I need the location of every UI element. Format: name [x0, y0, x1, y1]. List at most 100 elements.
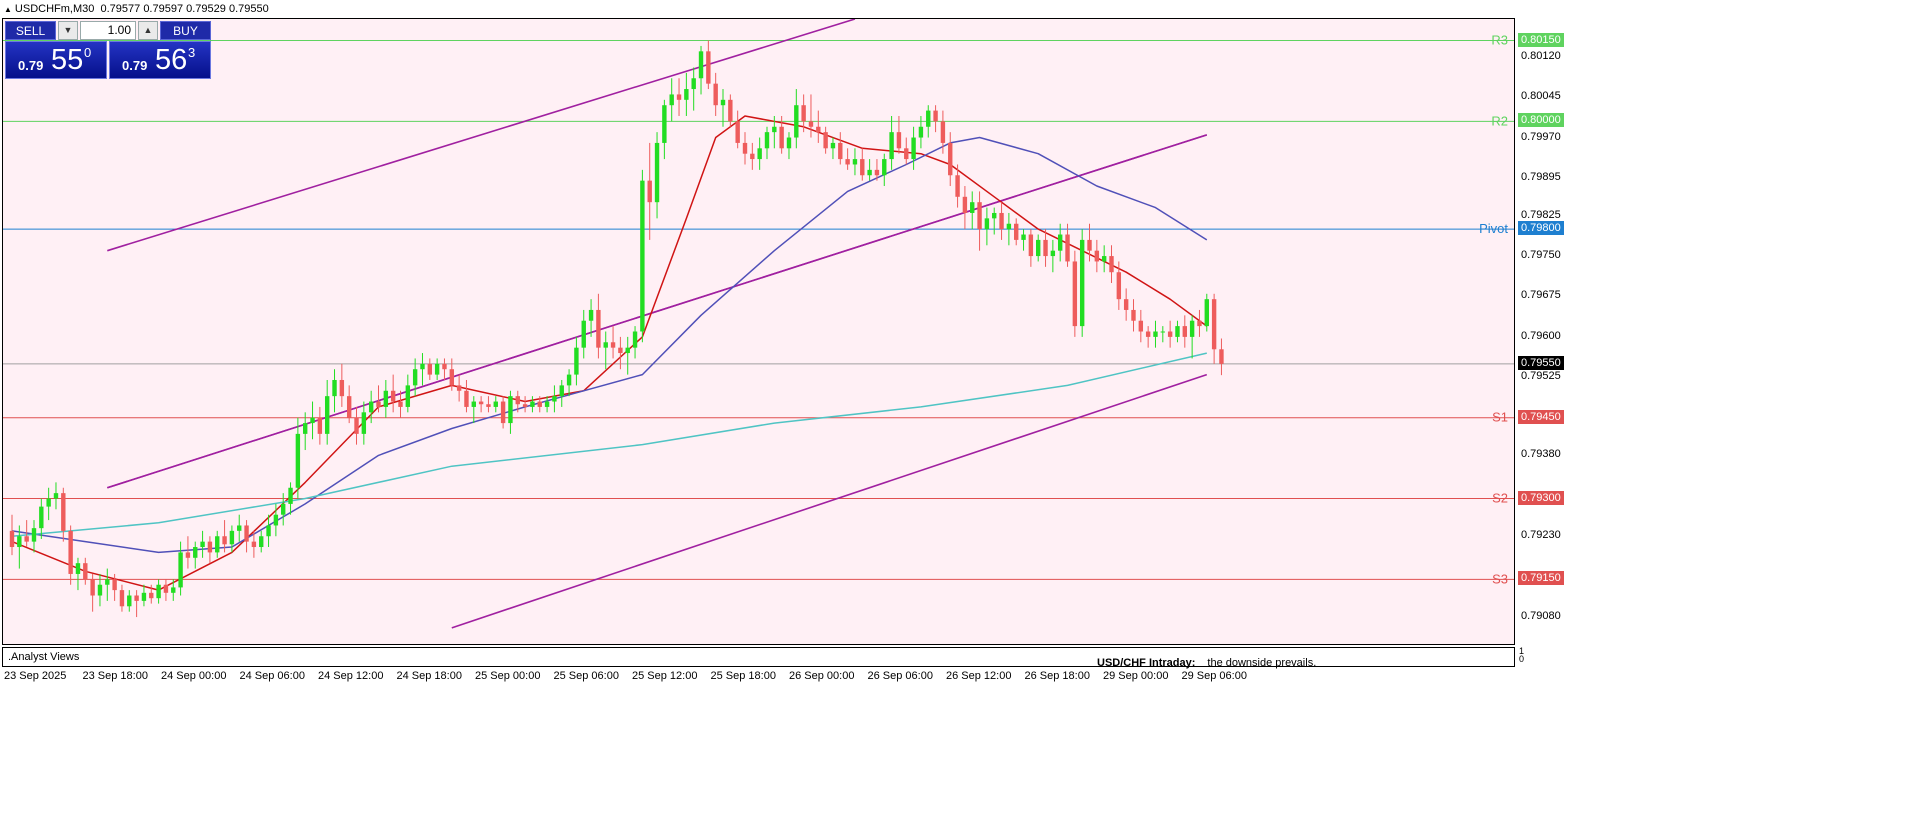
candle[interactable] — [911, 126, 916, 170]
candle[interactable] — [926, 105, 931, 138]
candle[interactable] — [581, 309, 586, 359]
candle[interactable] — [346, 385, 352, 424]
candle[interactable] — [68, 525, 73, 585]
candle[interactable] — [281, 493, 286, 526]
candle[interactable] — [786, 132, 792, 160]
candle[interactable] — [97, 573, 103, 607]
candle[interactable] — [193, 541, 198, 569]
candle[interactable] — [625, 336, 630, 375]
candle[interactable] — [764, 126, 770, 160]
candle[interactable] — [640, 169, 645, 343]
candle[interactable] — [676, 78, 682, 116]
candle[interactable] — [948, 132, 953, 187]
candle[interactable] — [456, 374, 462, 402]
candle[interactable] — [368, 390, 374, 424]
indicator-subwindow[interactable]: .Analyst Views USD/CHF Intraday: the down… — [2, 647, 1515, 669]
candle[interactable] — [632, 326, 638, 359]
candle[interactable] — [361, 401, 367, 445]
candle[interactable] — [288, 482, 293, 515]
candle[interactable] — [552, 385, 557, 413]
candle[interactable] — [207, 536, 213, 564]
candle[interactable] — [1167, 320, 1173, 348]
candle[interactable] — [434, 358, 440, 380]
candle[interactable] — [706, 40, 711, 90]
sell-price-box[interactable]: 0.79 55 0 — [5, 41, 107, 79]
candle[interactable] — [464, 379, 469, 413]
candle[interactable] — [383, 379, 389, 418]
candle[interactable] — [618, 336, 623, 370]
candle[interactable] — [1065, 223, 1070, 267]
candle[interactable] — [141, 584, 147, 607]
candle[interactable] — [794, 89, 799, 149]
buy-price-box[interactable]: 0.79 56 3 — [109, 41, 211, 79]
candle[interactable] — [53, 482, 59, 510]
candle[interactable] — [508, 390, 513, 434]
candle[interactable] — [31, 520, 37, 553]
lot-decrease-icon[interactable]: ▼ — [58, 21, 78, 40]
candle[interactable] — [500, 396, 506, 429]
candle[interactable] — [1175, 320, 1180, 343]
candle[interactable] — [324, 379, 330, 445]
candle[interactable] — [559, 379, 564, 407]
candle[interactable] — [90, 573, 95, 612]
price-axis[interactable]: 0.80120 0.80045 0.79970 0.79895 0.79825 0.797… — [1515, 18, 1916, 645]
candle[interactable] — [1014, 218, 1019, 246]
candle[interactable] — [1131, 299, 1136, 332]
candle[interactable] — [1109, 245, 1114, 284]
candle[interactable] — [838, 132, 843, 165]
candle[interactable] — [1160, 326, 1166, 343]
candle[interactable] — [185, 536, 191, 569]
candle[interactable] — [1145, 326, 1151, 348]
candle[interactable] — [1182, 315, 1187, 348]
candle[interactable] — [310, 401, 315, 440]
candle[interactable] — [1153, 320, 1158, 348]
candle[interactable] — [647, 142, 652, 240]
candle[interactable] — [977, 191, 982, 251]
candle[interactable] — [215, 530, 220, 558]
candle[interactable] — [339, 363, 345, 407]
candle[interactable] — [735, 110, 740, 149]
candle[interactable] — [970, 191, 975, 230]
candle[interactable] — [867, 159, 872, 181]
candle[interactable] — [830, 137, 836, 160]
candle[interactable] — [984, 207, 990, 246]
candle[interactable] — [420, 353, 425, 386]
candle[interactable] — [119, 584, 125, 612]
candle[interactable] — [654, 132, 660, 219]
candle[interactable] — [405, 374, 411, 413]
candle[interactable] — [882, 153, 887, 187]
candle[interactable] — [808, 94, 814, 138]
candle[interactable] — [816, 110, 821, 143]
candle[interactable] — [200, 530, 205, 558]
time-axis[interactable]: 23 Sep 2025 23 Sep 18:00 24 Sep 00:00 24 Se… — [2, 668, 1515, 688]
candle[interactable] — [478, 396, 484, 413]
candle[interactable] — [442, 358, 447, 380]
candle[interactable] — [317, 406, 323, 445]
candle[interactable] — [904, 137, 909, 165]
candle[interactable] — [178, 541, 183, 596]
candle[interactable] — [1101, 245, 1107, 273]
candle[interactable] — [1211, 293, 1217, 364]
candle[interactable] — [823, 126, 828, 154]
candle[interactable] — [962, 186, 968, 230]
chart-area[interactable]: R3 R2 Pivot S1 S2 S3 — [2, 18, 1515, 645]
candle[interactable] — [530, 396, 535, 413]
lot-size-input[interactable]: 1.00 — [80, 21, 136, 40]
candle[interactable] — [596, 293, 601, 359]
candle[interactable] — [1021, 229, 1026, 251]
candle[interactable] — [46, 487, 51, 521]
candle[interactable] — [713, 72, 718, 116]
candle[interactable] — [918, 115, 924, 149]
candle[interactable] — [750, 142, 755, 170]
candle[interactable] — [852, 148, 858, 176]
candle[interactable] — [669, 78, 674, 122]
candle[interactable] — [933, 105, 938, 133]
candle[interactable] — [427, 358, 433, 380]
collapse-triangle-icon[interactable]: ▲ — [4, 5, 12, 14]
candle[interactable] — [1043, 229, 1048, 267]
candle[interactable] — [332, 369, 337, 413]
candle[interactable] — [127, 590, 132, 612]
candle[interactable] — [259, 530, 264, 553]
candle[interactable] — [1197, 309, 1202, 337]
candle[interactable] — [1050, 239, 1056, 273]
